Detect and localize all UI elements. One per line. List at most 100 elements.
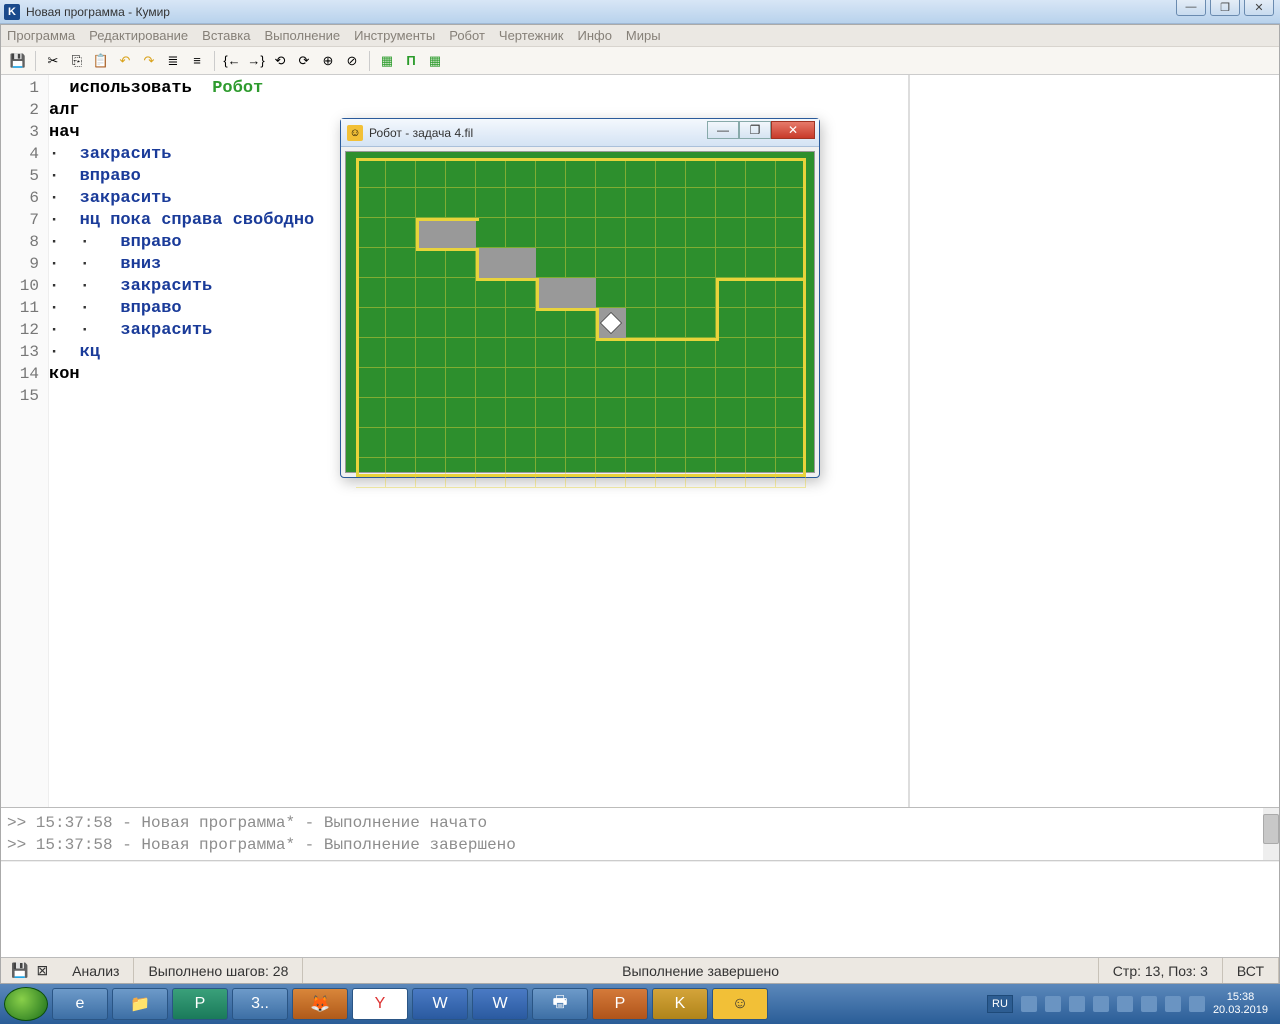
robot-window-title: Робот - задача 4.fil	[369, 126, 473, 140]
taskbar-kumir-icon[interactable]: K	[652, 988, 708, 1020]
wall-segment	[596, 308, 599, 341]
wall-segment	[476, 248, 479, 281]
window-titlebar: K Новая программа - Кумир — ❐ ✕	[0, 0, 1280, 24]
menu-draftsman[interactable]: Чертежник	[499, 28, 564, 43]
line-number: 9	[1, 255, 49, 273]
wall-segment	[476, 278, 539, 281]
painted-cell	[536, 278, 566, 308]
wall-segment	[416, 218, 419, 251]
line-number: 3	[1, 123, 49, 141]
stop-icon[interactable]: ⊘	[341, 50, 363, 72]
painted-cell	[566, 278, 596, 308]
console-input[interactable]	[1, 861, 1279, 957]
start-button[interactable]	[4, 987, 48, 1021]
line-number: 1	[1, 79, 49, 97]
line-number: 14	[1, 365, 49, 383]
robot-maximize-button[interactable]: ❐	[739, 121, 771, 139]
console-line: >> 15:37:58 - Новая программа* - Выполне…	[7, 812, 1273, 834]
save-status-icon[interactable]: 💾	[11, 962, 28, 979]
wall-segment	[716, 278, 719, 341]
code-line[interactable]: использовать Робот	[49, 79, 908, 101]
undo-icon[interactable]: ↶	[114, 50, 136, 72]
tray-icon[interactable]	[1069, 996, 1085, 1012]
line-number: 7	[1, 211, 49, 229]
wall-segment	[716, 278, 806, 281]
language-indicator[interactable]: RU	[987, 995, 1013, 1013]
close-button[interactable]: ✕	[1244, 0, 1274, 16]
wall-segment	[536, 308, 599, 311]
tray-icon[interactable]	[1117, 996, 1133, 1012]
wall-segment	[356, 158, 359, 476]
loop-icon[interactable]: ⟲	[269, 50, 291, 72]
taskbar-word2-icon[interactable]: W	[472, 988, 528, 1020]
grid3-icon[interactable]: ▦	[424, 50, 446, 72]
menu-robot[interactable]: Робот	[449, 28, 485, 43]
menu-insert[interactable]: Вставка	[202, 28, 250, 43]
scrollbar[interactable]	[1263, 808, 1279, 860]
menu-tools[interactable]: Инструменты	[354, 28, 435, 43]
line-number: 11	[1, 299, 49, 317]
save-icon[interactable]: 💾	[7, 50, 29, 72]
robot-field[interactable]	[345, 151, 815, 473]
taskbar-publisher-icon[interactable]: P	[172, 988, 228, 1020]
tray-icon[interactable]	[1093, 996, 1109, 1012]
list2-icon[interactable]: ≡	[186, 50, 208, 72]
robot-titlebar[interactable]: ☺ Робот - задача 4.fil — ❐ ✕	[341, 119, 819, 147]
painted-cell	[416, 218, 446, 248]
tray-icon[interactable]	[1021, 996, 1037, 1012]
window-title: Новая программа - Кумир	[26, 5, 170, 19]
console-line: >> 15:37:58 - Новая программа* - Выполне…	[7, 834, 1273, 856]
console: >> 15:37:58 - Новая программа* - Выполне…	[1, 807, 1279, 957]
tray-volume-icon[interactable]	[1141, 996, 1157, 1012]
taskbar-powerpoint-icon[interactable]: P	[592, 988, 648, 1020]
cut-icon[interactable]: ✂	[42, 50, 64, 72]
taskbar-robot-icon[interactable]: ☺	[712, 988, 768, 1020]
wall-segment	[803, 158, 806, 476]
toolbar: 💾 ✂ ⎘ 📋 ↶ ↷ ≣ ≡ {← →} ⟲ ⟳ ⊕ ⊘ ▦ П ▦	[1, 47, 1279, 75]
taskbar-ie-icon[interactable]: e	[52, 988, 108, 1020]
clock[interactable]: 15:38 20.03.2019	[1213, 991, 1268, 1017]
menu-worlds[interactable]: Миры	[626, 28, 661, 43]
taskbar-app-icon[interactable]: 3..	[232, 988, 288, 1020]
maximize-button[interactable]: ❐	[1210, 0, 1240, 16]
grid2-icon[interactable]: П	[400, 50, 422, 72]
step-out-icon[interactable]: →}	[245, 50, 267, 72]
status-bar: 💾 ⊠ Анализ Выполнено шагов: 28 Выполнени…	[1, 957, 1279, 983]
tray-icon[interactable]	[1165, 996, 1181, 1012]
grid1-icon[interactable]: ▦	[376, 50, 398, 72]
minimize-button[interactable]: —	[1176, 0, 1206, 16]
line-number: 10	[1, 277, 49, 295]
wall-segment	[356, 474, 806, 477]
close-status-icon[interactable]: ⊠	[36, 962, 48, 979]
line-number: 4	[1, 145, 49, 163]
list-icon[interactable]: ≣	[162, 50, 184, 72]
taskbar-printer-icon[interactable]: 🖶	[532, 988, 588, 1020]
menu-info[interactable]: Инфо	[577, 28, 611, 43]
line-number: 12	[1, 321, 49, 339]
robot-close-button[interactable]: ✕	[771, 121, 815, 139]
taskbar-explorer-icon[interactable]: 📁	[112, 988, 168, 1020]
tray-icon[interactable]	[1189, 996, 1205, 1012]
loop2-icon[interactable]: ⟳	[293, 50, 315, 72]
painted-cell	[506, 248, 536, 278]
console-output: >> 15:37:58 - Новая программа* - Выполне…	[1, 808, 1279, 861]
robot-window[interactable]: ☺ Робот - задача 4.fil — ❐ ✕	[340, 118, 820, 478]
copy-icon[interactable]: ⎘	[66, 50, 88, 72]
taskbar-firefox-icon[interactable]: 🦊	[292, 988, 348, 1020]
wall-segment	[536, 278, 539, 311]
redo-icon[interactable]: ↷	[138, 50, 160, 72]
menu-run[interactable]: Выполнение	[264, 28, 340, 43]
taskbar-word1-icon[interactable]: W	[412, 988, 468, 1020]
step-in-icon[interactable]: {←	[221, 50, 243, 72]
menu-program[interactable]: Программа	[7, 28, 75, 43]
taskbar: e 📁 P 3.. 🦊 Y W W 🖶 P K ☺ RU 15:38 20.03…	[0, 984, 1280, 1024]
paste-icon[interactable]: 📋	[90, 50, 112, 72]
menu-edit[interactable]: Редактирование	[89, 28, 188, 43]
taskbar-yandex-icon[interactable]: Y	[352, 988, 408, 1020]
status-message: Выполнение завершено	[303, 958, 1098, 983]
target-icon[interactable]: ⊕	[317, 50, 339, 72]
status-analysis: Анализ	[58, 958, 134, 983]
tray-icon[interactable]	[1045, 996, 1061, 1012]
robot-minimize-button[interactable]: —	[707, 121, 739, 139]
menu-bar: Программа Редактирование Вставка Выполне…	[1, 25, 1279, 47]
